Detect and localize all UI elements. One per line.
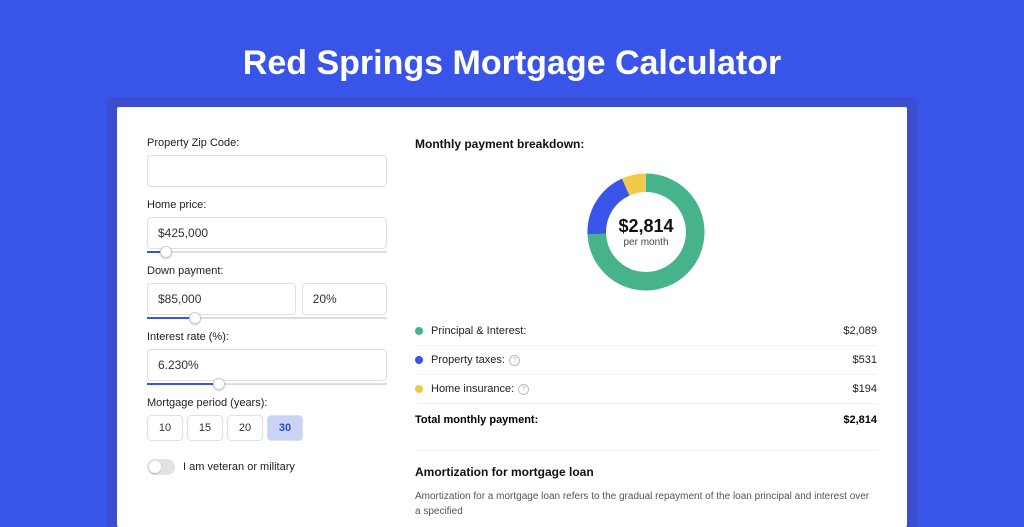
- legend-value: $194: [853, 383, 877, 395]
- legend-dot-icon: [415, 356, 423, 364]
- interest-slider[interactable]: [147, 383, 387, 385]
- down-payment-amount-input[interactable]: [147, 283, 296, 315]
- slider-thumb-icon[interactable]: [160, 246, 172, 258]
- home-price-label: Home price:: [147, 199, 387, 211]
- amortization-text: Amortization for a mortgage loan refers …: [415, 489, 877, 519]
- veteran-toggle[interactable]: [147, 459, 175, 475]
- total-label: Total monthly payment:: [415, 414, 843, 426]
- home-price-input[interactable]: [147, 217, 387, 249]
- total-row: Total monthly payment: $2,814: [415, 404, 877, 436]
- period-option-20[interactable]: 20: [227, 415, 263, 441]
- legend-label-text: Principal & Interest:: [431, 325, 526, 337]
- period-option-15[interactable]: 15: [187, 415, 223, 441]
- zip-input[interactable]: [147, 155, 387, 187]
- home-price-field: Home price:: [147, 199, 387, 253]
- toggle-knob-icon: [149, 461, 161, 473]
- home-price-slider[interactable]: [147, 251, 387, 253]
- period-option-10[interactable]: 10: [147, 415, 183, 441]
- legend-value: $531: [853, 354, 877, 366]
- donut-value: $2,814: [618, 216, 673, 237]
- legend-dot-icon: [415, 327, 423, 335]
- legend-row-taxes: Property taxes: ? $531: [415, 346, 877, 375]
- total-value: $2,814: [843, 414, 877, 426]
- interest-input[interactable]: [147, 349, 387, 381]
- period-option-30[interactable]: 30: [267, 415, 303, 441]
- legend-row-principal: Principal & Interest: $2,089: [415, 317, 877, 346]
- inputs-column: Property Zip Code: Home price: Down paym…: [147, 137, 387, 527]
- info-icon[interactable]: ?: [509, 355, 520, 366]
- amortization-title: Amortization for mortgage loan: [415, 465, 877, 479]
- breakdown-column: Monthly payment breakdown: $2,814 per mo…: [415, 137, 877, 527]
- down-payment-label: Down payment:: [147, 265, 387, 277]
- legend-row-insurance: Home insurance: ? $194: [415, 375, 877, 404]
- down-payment-pct-input[interactable]: [302, 283, 387, 315]
- legend-label-text: Property taxes:: [431, 354, 505, 366]
- down-payment-field: Down payment:: [147, 265, 387, 319]
- slider-thumb-icon[interactable]: [213, 378, 225, 390]
- legend-dot-icon: [415, 385, 423, 393]
- interest-field: Interest rate (%):: [147, 331, 387, 385]
- page-title: Red Springs Mortgage Calculator: [0, 0, 1024, 107]
- down-payment-slider[interactable]: [147, 317, 387, 319]
- interest-label: Interest rate (%):: [147, 331, 387, 343]
- donut-chart: $2,814 per month: [415, 161, 877, 311]
- veteran-label: I am veteran or military: [183, 461, 295, 473]
- breakdown-title: Monthly payment breakdown:: [415, 137, 877, 151]
- period-options: 10 15 20 30: [147, 415, 387, 441]
- legend: Principal & Interest: $2,089 Property ta…: [415, 317, 877, 436]
- zip-label: Property Zip Code:: [147, 137, 387, 149]
- period-field: Mortgage period (years): 10 15 20 30: [147, 397, 387, 441]
- info-icon[interactable]: ?: [518, 384, 529, 395]
- amortization-section: Amortization for mortgage loan Amortizat…: [415, 450, 877, 519]
- zip-field: Property Zip Code:: [147, 137, 387, 187]
- donut-sub: per month: [623, 237, 668, 248]
- legend-value: $2,089: [843, 325, 877, 337]
- slider-thumb-icon[interactable]: [189, 312, 201, 324]
- veteran-row: I am veteran or military: [147, 459, 387, 475]
- calculator-card: Property Zip Code: Home price: Down paym…: [117, 107, 907, 527]
- period-label: Mortgage period (years):: [147, 397, 387, 409]
- legend-label-text: Home insurance:: [431, 383, 514, 395]
